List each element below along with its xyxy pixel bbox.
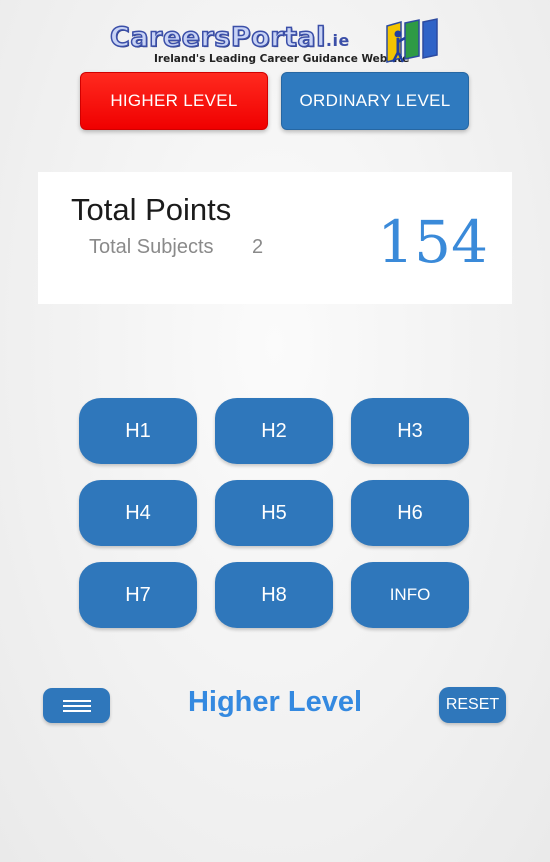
grade-button-h1[interactable]: H1 (79, 398, 197, 464)
higher-level-button[interactable]: HIGHER LEVEL (80, 72, 268, 130)
logo-brand-suffix: .ie (325, 31, 350, 50)
reset-button[interactable]: RESET (439, 687, 506, 723)
grade-button-h3[interactable]: H3 (351, 398, 469, 464)
total-subjects-count: 2 (252, 236, 264, 258)
grade-button-h4[interactable]: H4 (79, 480, 197, 546)
grade-button-h6[interactable]: H6 (351, 480, 469, 546)
doors-figure-icon (386, 18, 438, 63)
points-summary-card: Total Points Total Subjects 2 154 (38, 172, 512, 304)
ordinary-level-button[interactable]: ORDINARY LEVEL (281, 72, 469, 130)
total-subjects-label: Total Subjects (89, 236, 214, 258)
grade-button-h2[interactable]: H2 (215, 398, 333, 464)
logo-brand: CareersPortal (109, 21, 326, 54)
total-points-value: 154 (377, 208, 488, 276)
info-button[interactable]: INFO (351, 562, 469, 628)
grade-button-h5[interactable]: H5 (215, 480, 333, 546)
menu-button[interactable] (43, 688, 110, 723)
grade-button-h7[interactable]: H7 (79, 562, 197, 628)
grade-button-h8[interactable]: H8 (215, 562, 333, 628)
logo-tagline: Ireland's Leading Career Guidance Websit… (154, 53, 410, 65)
careersportal-logo: CareersPortal.ie Ireland's Leading Caree… (108, 18, 444, 68)
total-points-label: Total Points (71, 192, 232, 227)
hamburger-menu-icon (62, 699, 91, 713)
current-level-title: Higher Level (187, 686, 363, 718)
